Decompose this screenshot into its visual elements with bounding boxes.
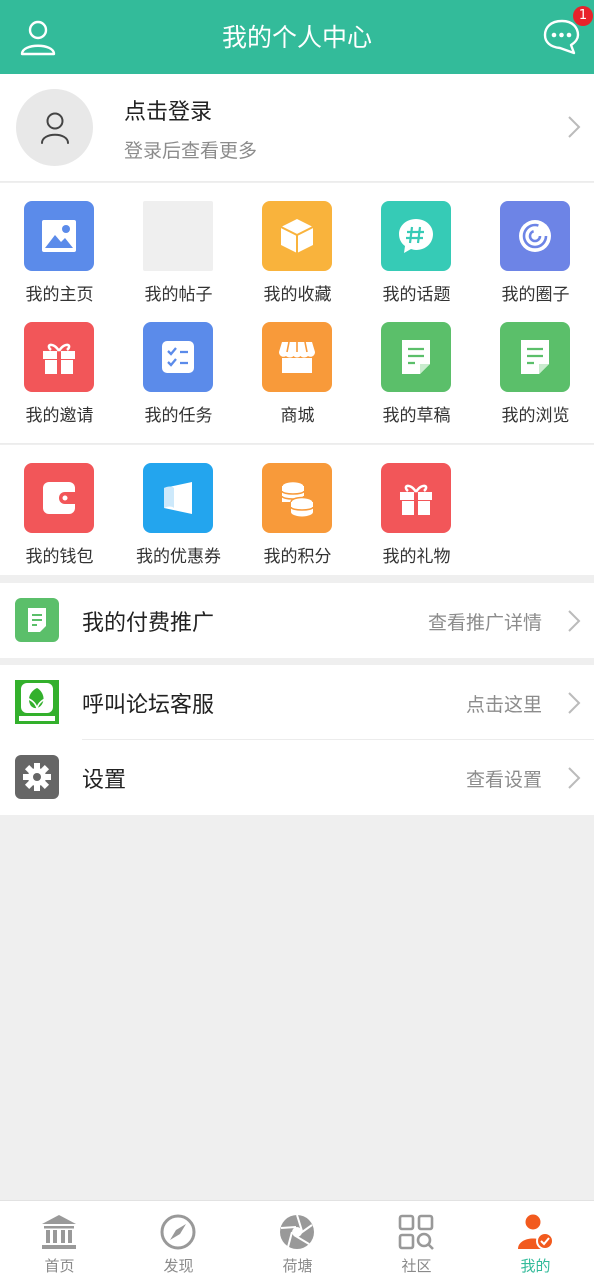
blank-placeholder-icon [143, 201, 213, 271]
grid-item-label: 我的收藏 [263, 285, 332, 305]
note-icon [500, 322, 570, 392]
bottom-tab-bar: 首页 发现 荷塘 社区 我的 [0, 1200, 594, 1280]
grid-item-circles[interactable]: 我的圈子 [476, 183, 594, 305]
tab-label: 我的 [520, 1257, 551, 1275]
grid-item-homepage[interactable]: 我的主页 [0, 183, 119, 305]
grid-item-label: 我的话题 [382, 285, 451, 305]
row-paid-promotion[interactable]: 我的付费推广 查看推广详情 [0, 583, 594, 658]
grid-item-label: 我的积分 [263, 547, 332, 567]
chevron-right-icon [568, 767, 581, 789]
store-icon [262, 322, 332, 392]
grid-item-label: 我的邀请 [25, 406, 94, 426]
compass-icon [160, 1214, 196, 1250]
gift-icon [24, 322, 94, 392]
message-badge: 1 [573, 6, 593, 26]
grid-item-coupons[interactable]: 我的优惠券 [119, 445, 238, 567]
note-icon [381, 322, 451, 392]
chevron-right-icon [568, 116, 581, 138]
coupon-icon [143, 463, 213, 533]
tab-pond[interactable]: 荷塘 [238, 1201, 357, 1280]
tab-community[interactable]: 社区 [357, 1201, 476, 1280]
avatar[interactable] [16, 89, 93, 166]
grid-search-icon [398, 1214, 434, 1250]
aperture-icon [280, 1214, 314, 1249]
grid-item-label: 我的主页 [25, 285, 94, 305]
grid-item-gifts[interactable]: 我的礼物 [357, 445, 476, 567]
checklist-icon [143, 322, 213, 392]
bank-icon [42, 1215, 76, 1249]
tab-discover[interactable]: 发现 [119, 1201, 238, 1280]
login-title[interactable]: 点击登录 [124, 94, 212, 126]
row-label: 设置 [82, 768, 127, 793]
box-icon [262, 201, 332, 271]
grid-item-label: 我的帖子 [144, 285, 213, 305]
grid-item-drafts[interactable]: 我的草稿 [357, 304, 476, 426]
gear-icon [15, 755, 59, 799]
login-card[interactable]: 点击登录 登录后查看更多 [0, 74, 594, 182]
row-detail: 查看推广详情 [427, 612, 542, 634]
row-settings[interactable]: 设置 查看设置 [0, 740, 594, 815]
login-subtitle: 登录后查看更多 [124, 140, 258, 162]
gift-icon [381, 463, 451, 533]
feature-grid-wallet: 我的钱包 我的优惠券 我的积分 我的礼物 [0, 445, 594, 575]
document-icon [15, 598, 59, 642]
grid-item-label: 我的草稿 [382, 406, 451, 426]
grid-item-label: 商城 [280, 406, 315, 426]
coins-icon [262, 463, 332, 533]
grid-item-points[interactable]: 我的积分 [238, 445, 357, 567]
grid-item-label: 我的优惠券 [136, 547, 221, 567]
row-detail: 点击这里 [465, 694, 542, 716]
row-label: 我的付费推广 [82, 611, 215, 636]
forum-logo-icon [15, 680, 59, 724]
chevron-right-icon [568, 692, 581, 714]
feature-grid-primary: 我的主页 我的帖子 我的收藏 我的话题 我的圈子 我的邀请 我的任务 商城 我的… [0, 183, 594, 444]
tab-home[interactable]: 首页 [0, 1201, 119, 1280]
tab-label: 发现 [163, 1257, 194, 1275]
row-label: 呼叫论坛客服 [82, 693, 215, 718]
grid-item-favorites[interactable]: 我的收藏 [238, 183, 357, 305]
wallet-icon [24, 463, 94, 533]
grid-item-posts[interactable]: 我的帖子 [119, 183, 238, 305]
tab-label: 社区 [401, 1257, 432, 1275]
grid-item-label: 我的礼物 [382, 547, 451, 567]
grid-item-label: 我的浏览 [501, 406, 570, 426]
row-forum-service[interactable]: 呼叫论坛客服 点击这里 [0, 665, 594, 740]
top-bar: 我的个人中心 1 [0, 0, 594, 74]
chevron-right-icon [568, 610, 581, 632]
grid-item-store[interactable]: 商城 [238, 304, 357, 426]
grid-item-wallet[interactable]: 我的钱包 [0, 445, 119, 567]
grid-item-topics[interactable]: 我的话题 [357, 183, 476, 305]
grid-item-tasks[interactable]: 我的任务 [119, 304, 238, 426]
image-icon [24, 201, 94, 271]
row-detail: 查看设置 [465, 769, 542, 791]
tab-label: 荷塘 [282, 1257, 313, 1275]
grid-item-label: 我的圈子 [501, 285, 570, 305]
page-title: 我的个人中心 [221, 23, 372, 52]
grid-item-label: 我的任务 [144, 406, 213, 426]
grid-item-history[interactable]: 我的浏览 [476, 304, 594, 426]
tab-label: 首页 [44, 1257, 75, 1275]
circle-swirl-icon [500, 201, 570, 271]
grid-item-invites[interactable]: 我的邀请 [0, 304, 119, 426]
person-check-icon [518, 1214, 554, 1250]
tab-me[interactable]: 我的 [476, 1201, 594, 1280]
grid-item-label: 我的钱包 [25, 547, 94, 567]
hashtag-bubble-icon [381, 201, 451, 271]
